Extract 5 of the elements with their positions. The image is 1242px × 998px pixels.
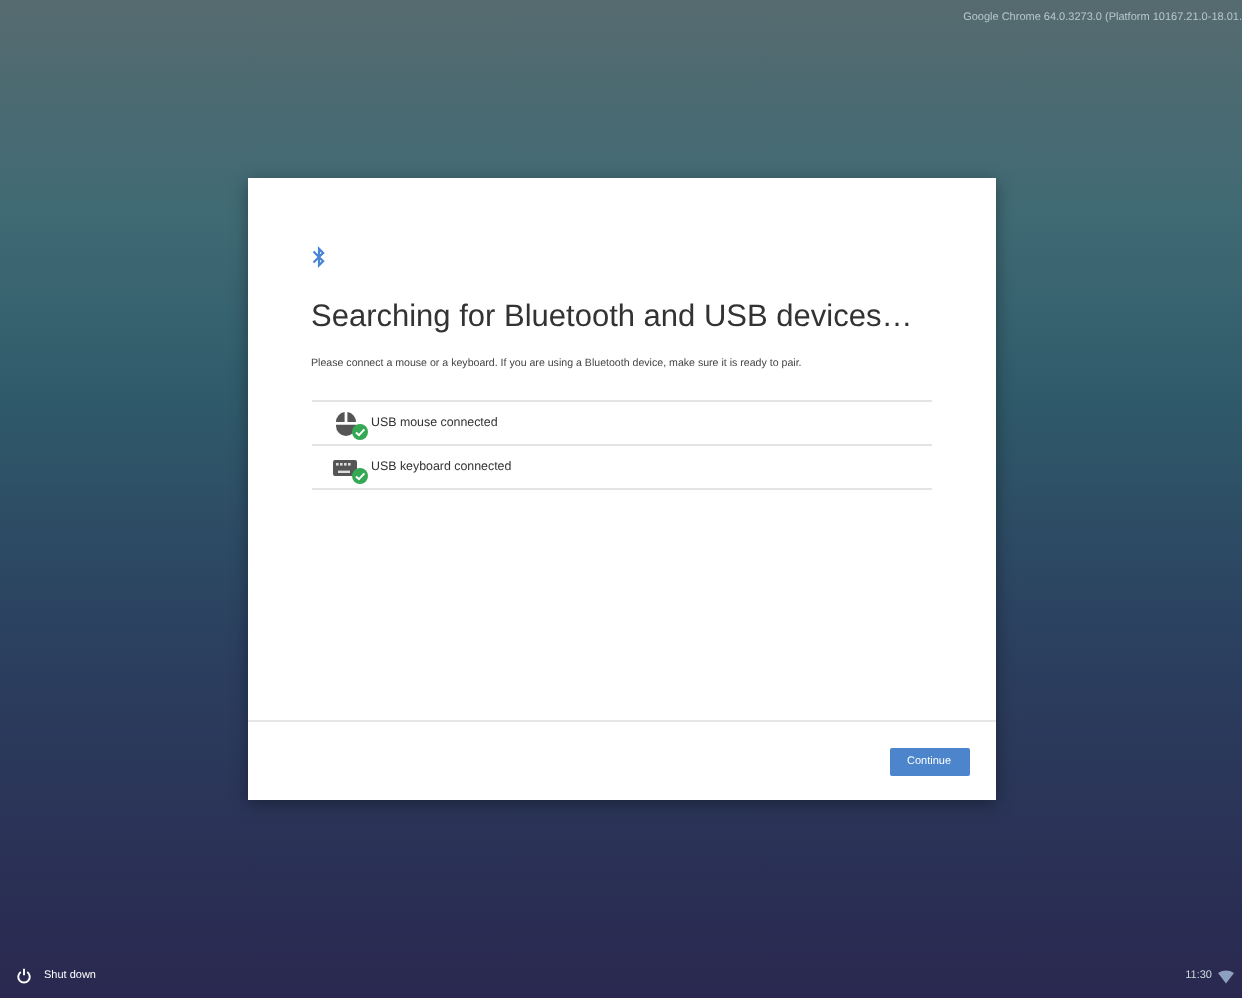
wifi-icon bbox=[1218, 969, 1234, 983]
dialog-title: Searching for Bluetooth and USB devices… bbox=[311, 300, 913, 336]
bluetooth-icon bbox=[311, 246, 325, 268]
mouse-icon bbox=[331, 409, 359, 437]
power-icon bbox=[16, 968, 32, 984]
